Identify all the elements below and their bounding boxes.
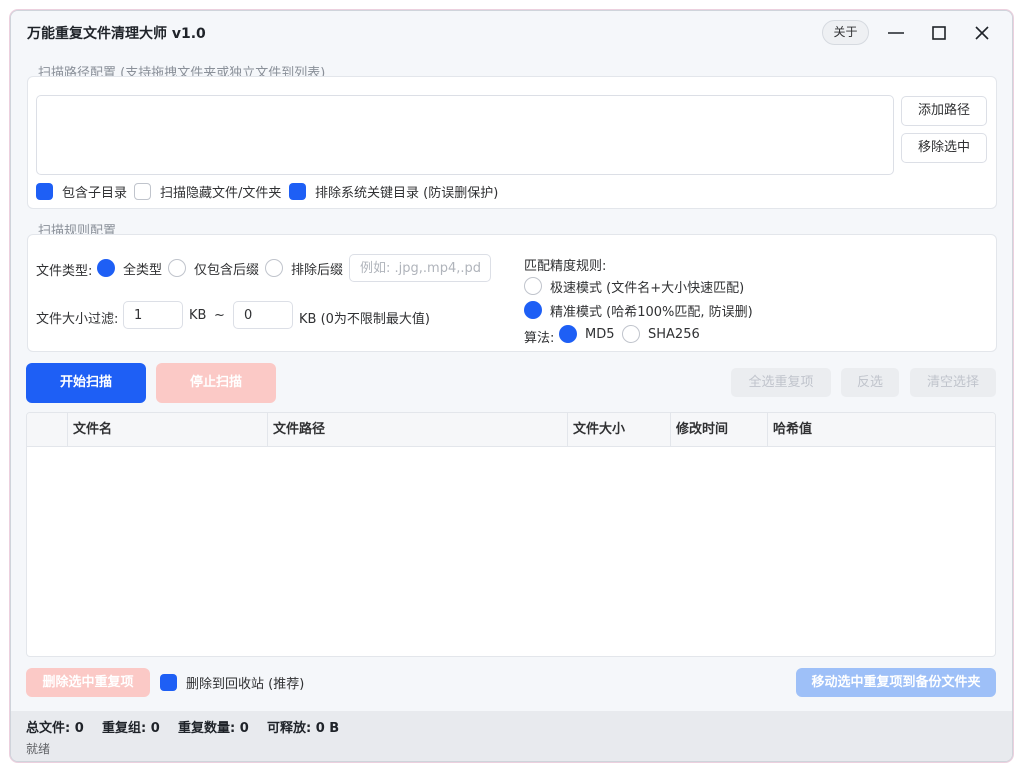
total-files-stat: 总文件: 0 bbox=[26, 721, 84, 736]
suffix-input[interactable] bbox=[349, 254, 491, 282]
radio-label: 精准模式 (哈希100%匹配, 防误删) bbox=[550, 304, 753, 320]
duplicate-count-stat: 重复数量: 0 bbox=[178, 721, 249, 736]
radio-dot bbox=[559, 325, 577, 343]
maximize-icon bbox=[932, 26, 946, 40]
size-filter-label: 文件大小过滤: bbox=[36, 312, 119, 327]
precise-mode-radio[interactable]: 精准模式 (哈希100%匹配, 防误删) bbox=[524, 300, 753, 320]
move-to-backup-button[interactable]: 移动选中重复项到备份文件夹 bbox=[796, 668, 996, 697]
radio-dot bbox=[622, 325, 640, 343]
radio-label: 全类型 bbox=[123, 262, 163, 278]
checkbox-label: 排除系统关键目录 (防误删保护) bbox=[315, 185, 499, 201]
column-header-hash[interactable]: 哈希值 bbox=[767, 413, 995, 447]
algo-sha256-radio[interactable]: SHA256 bbox=[622, 324, 700, 344]
column-header-filepath[interactable]: 文件路径 bbox=[267, 413, 567, 447]
status-bar: 总文件: 0 重复组: 0 重复数量: 0 可释放: 0 B 就绪 bbox=[11, 711, 1012, 761]
start-scan-button[interactable]: 开始扫描 bbox=[26, 363, 146, 403]
add-path-button[interactable]: 添加路径 bbox=[901, 96, 987, 126]
column-header-filename[interactable]: 文件名 bbox=[67, 413, 267, 447]
duplicate-groups-stat: 重复组: 0 bbox=[102, 721, 160, 736]
radio-dot bbox=[97, 259, 115, 277]
checkbox-box bbox=[289, 182, 306, 200]
size-max-input[interactable] bbox=[233, 301, 293, 329]
maximize-button[interactable] bbox=[925, 21, 953, 45]
radio-dot bbox=[168, 259, 186, 277]
exclude-system-dirs-checkbox[interactable]: 排除系统关键目录 (防误删保护) bbox=[289, 181, 498, 201]
size-min-unit: KB bbox=[189, 308, 207, 323]
fast-mode-radio[interactable]: 极速模式 (文件名+大小快速匹配) bbox=[524, 276, 744, 296]
minimize-button[interactable] bbox=[882, 21, 910, 45]
file-type-all-radio[interactable]: 全类型 bbox=[97, 258, 162, 278]
algo-md5-radio[interactable]: MD5 bbox=[559, 324, 615, 344]
results-table[interactable]: 文件名 文件路径 文件大小 修改时间 哈希值 bbox=[26, 412, 996, 657]
stop-scan-button[interactable]: 停止扫描 bbox=[156, 363, 276, 403]
scan-path-list[interactable] bbox=[36, 95, 894, 175]
size-min-input[interactable] bbox=[123, 301, 183, 329]
checkbox-box bbox=[134, 182, 151, 200]
remove-selected-button[interactable]: 移除选中 bbox=[901, 133, 987, 163]
file-type-include-radio[interactable]: 仅包含后缀 bbox=[168, 258, 259, 278]
radio-label: MD5 bbox=[585, 326, 615, 342]
recycle-bin-checkbox[interactable]: 删除到回收站 (推荐) bbox=[160, 672, 304, 692]
algorithm-label: 算法: bbox=[524, 331, 555, 346]
file-type-exclude-radio[interactable]: 排除后缀 bbox=[265, 258, 343, 278]
app-title: 万能重复文件清理大师 v1.0 bbox=[27, 26, 206, 42]
scan-hidden-checkbox[interactable]: 扫描隐藏文件/文件夹 bbox=[134, 181, 281, 201]
size-range-separator: ~ bbox=[214, 308, 225, 323]
checkbox-box bbox=[160, 673, 177, 691]
include-subdirs-checkbox[interactable]: 包含子目录 bbox=[36, 181, 127, 201]
size-max-unit: KB (0为不限制最大值) bbox=[299, 312, 430, 327]
match-precision-label: 匹配精度规则: bbox=[524, 259, 607, 274]
radio-dot bbox=[524, 277, 542, 295]
clear-selection-button[interactable]: 清空选择 bbox=[910, 368, 996, 397]
radio-dot bbox=[265, 259, 283, 277]
close-button[interactable] bbox=[968, 21, 996, 45]
releasable-space-stat: 可释放: 0 B bbox=[267, 721, 340, 736]
app-window: 万能重复文件清理大师 v1.0 关于 扫描路径配置 (支持拖拽文件夹或独立文件到… bbox=[10, 10, 1013, 762]
about-button[interactable]: 关于 bbox=[822, 20, 869, 45]
checkbox-label: 包含子目录 bbox=[62, 185, 128, 201]
checkbox-label: 删除到回收站 (推荐) bbox=[186, 676, 305, 692]
close-icon bbox=[975, 26, 989, 40]
radio-label: 极速模式 (文件名+大小快速匹配) bbox=[550, 280, 745, 296]
status-message: 就绪 bbox=[26, 742, 51, 756]
table-header: 文件名 文件路径 文件大小 修改时间 哈希值 bbox=[27, 413, 995, 447]
delete-selected-button[interactable]: 删除选中重复项 bbox=[26, 668, 150, 697]
radio-dot bbox=[524, 301, 542, 319]
column-header-filesize[interactable]: 文件大小 bbox=[567, 413, 670, 447]
invert-selection-button[interactable]: 反选 bbox=[841, 368, 899, 397]
minimize-icon bbox=[888, 32, 904, 34]
column-header-modified[interactable]: 修改时间 bbox=[670, 413, 767, 447]
radio-label: SHA256 bbox=[648, 326, 700, 342]
title-bar: 万能重复文件清理大师 v1.0 关于 bbox=[11, 11, 1012, 55]
scan-rules-group bbox=[27, 234, 997, 352]
column-header-select[interactable] bbox=[27, 413, 67, 447]
checkbox-label: 扫描隐藏文件/文件夹 bbox=[160, 185, 282, 201]
radio-label: 仅包含后缀 bbox=[194, 262, 260, 278]
checkbox-box bbox=[36, 182, 53, 200]
select-all-duplicates-button[interactable]: 全选重复项 bbox=[731, 368, 831, 397]
file-type-label: 文件类型: bbox=[36, 264, 93, 279]
radio-label: 排除后缀 bbox=[291, 262, 344, 278]
